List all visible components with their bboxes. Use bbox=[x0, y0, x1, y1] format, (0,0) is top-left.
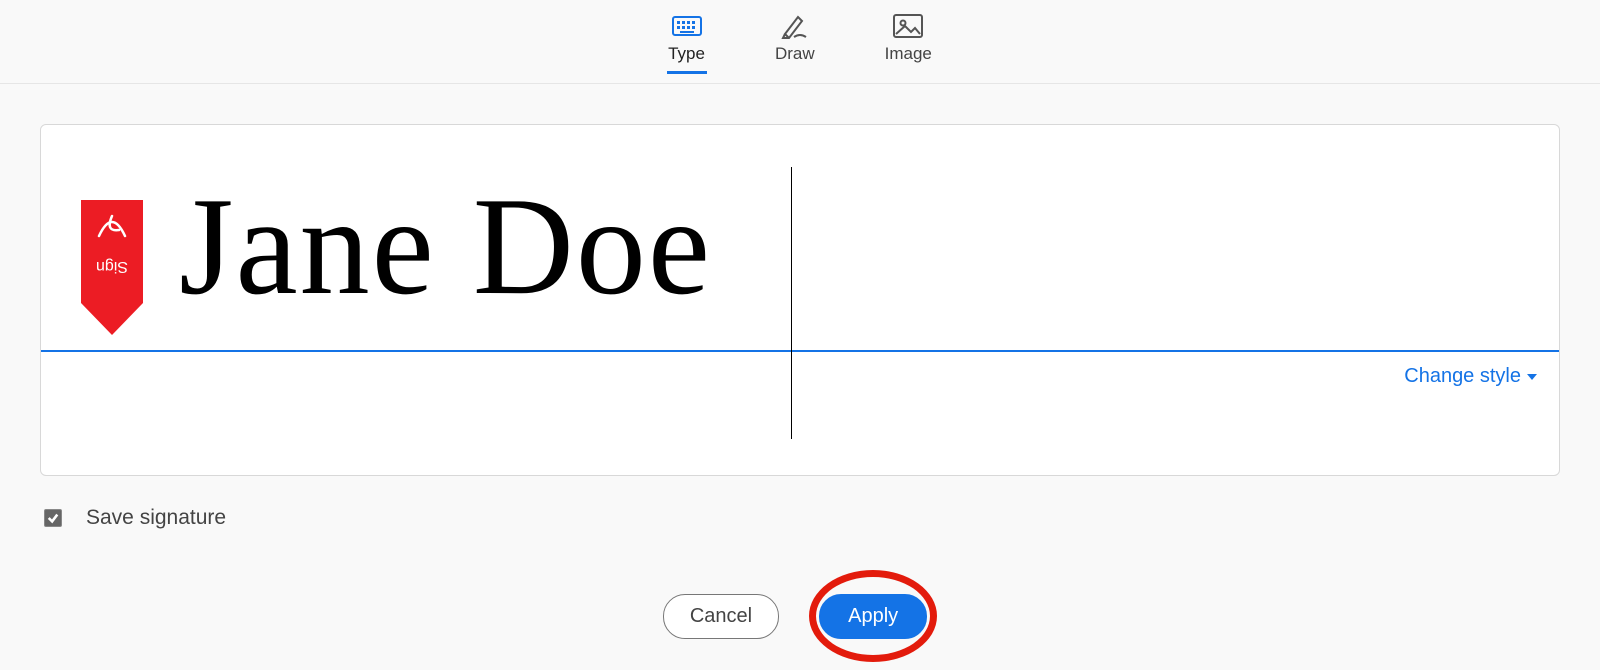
apply-highlight-annotation: Apply bbox=[809, 570, 937, 662]
save-signature-checkbox[interactable] bbox=[44, 509, 62, 527]
signature-method-tabs: Type Draw Image bbox=[0, 0, 1600, 84]
pen-icon bbox=[780, 14, 810, 38]
tab-image[interactable]: Image bbox=[885, 14, 932, 74]
chevron-down-icon bbox=[1527, 374, 1537, 380]
save-signature-row: Save signature bbox=[40, 476, 1560, 530]
tab-draw-label: Draw bbox=[775, 44, 815, 64]
signature-panel: Sign Jane Doe Change style bbox=[40, 124, 1560, 476]
signature-panel-wrapper: Sign Jane Doe Change style Save signatur… bbox=[0, 84, 1600, 662]
cancel-button[interactable]: Cancel bbox=[663, 594, 779, 639]
image-icon bbox=[893, 14, 923, 38]
signature-text-input[interactable]: Jane Doe bbox=[179, 135, 712, 359]
svg-text:Sign: Sign bbox=[96, 258, 128, 275]
dialog-buttons: Cancel Apply bbox=[40, 570, 1560, 662]
tab-image-label: Image bbox=[885, 44, 932, 64]
text-caret bbox=[791, 167, 792, 439]
sign-here-badge: Sign bbox=[81, 200, 143, 335]
apply-button[interactable]: Apply bbox=[819, 594, 927, 639]
save-signature-label: Save signature bbox=[86, 506, 226, 530]
change-style-button[interactable]: Change style bbox=[1404, 365, 1537, 388]
tab-type-label: Type bbox=[668, 44, 705, 64]
tab-type[interactable]: Type bbox=[668, 14, 705, 74]
tab-draw[interactable]: Draw bbox=[775, 14, 815, 74]
keyboard-icon bbox=[672, 14, 702, 38]
change-style-label: Change style bbox=[1404, 365, 1521, 388]
